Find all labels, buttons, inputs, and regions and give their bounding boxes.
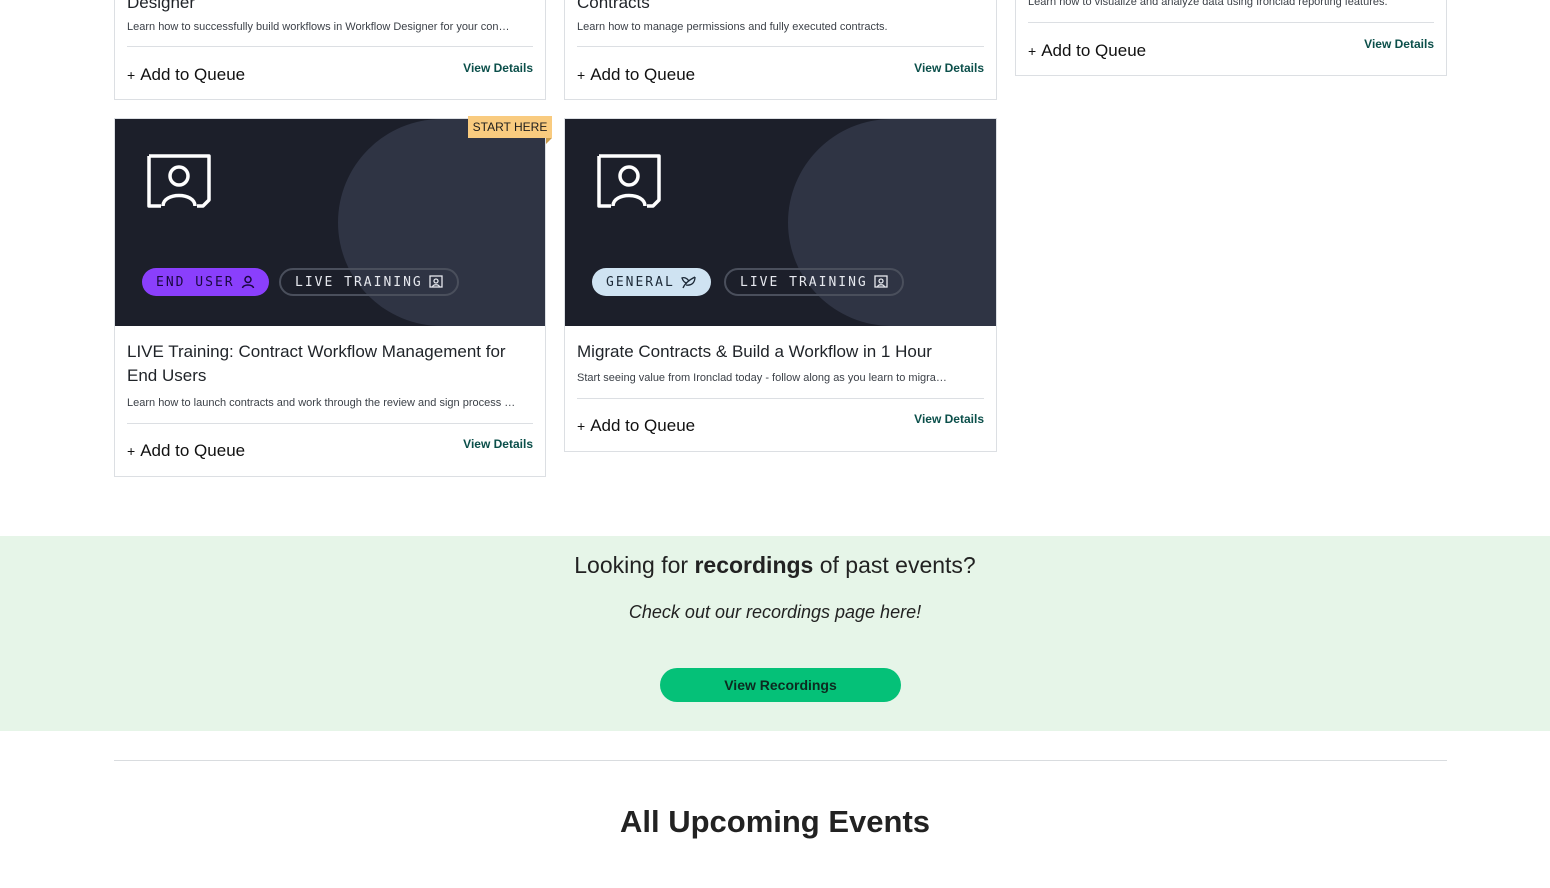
card-thumbnail: END USER LIVE TRAINING — [115, 119, 545, 326]
add-to-queue-label: Add to Queue — [1041, 41, 1147, 60]
promo-subtext: Check out our recordings page here! — [628, 602, 922, 622]
card-divider — [577, 46, 984, 47]
plus-icon: + — [577, 67, 586, 83]
presenter-icon — [147, 154, 211, 208]
card-thumbnail: GENERAL LIVE TRAINING — [565, 119, 996, 326]
audience-chip-end-user: END USER — [142, 268, 269, 296]
chip-label: END USER — [156, 274, 235, 290]
format-chip-live-training: LIVE TRAINING — [724, 268, 904, 296]
view-details-link[interactable]: View Details — [914, 61, 984, 75]
add-to-queue-label: Add to Queue — [140, 441, 246, 460]
section-title-upcoming-events: All Upcoming Events — [619, 804, 931, 839]
leaf-icon — [681, 276, 696, 289]
promo-heading: Looking for recordings of past events? — [0, 552, 1550, 579]
promo-heading-bold: recordings — [694, 552, 814, 578]
chip-label: LIVE TRAINING — [295, 274, 423, 290]
card-title: Migrate Contracts & Build a Workflow in … — [577, 342, 932, 361]
add-to-queue-label: Add to Queue — [140, 65, 246, 84]
course-card-migrate-contracts[interactable]: GENERAL LIVE TRAINING Migrate Contracts … — [564, 118, 997, 452]
plus-icon: + — [577, 418, 586, 434]
add-to-queue-button[interactable]: + Add to Queue — [1028, 41, 1146, 61]
card-description: Learn how to manage permissions and full… — [577, 21, 888, 33]
view-details-link[interactable]: View Details — [1364, 37, 1434, 51]
add-to-queue-button[interactable]: + Add to Queue — [577, 416, 695, 436]
course-card-reporting: Learn how to visualize and analyze data … — [1015, 0, 1447, 76]
chip-label: LIVE TRAINING — [740, 274, 868, 290]
card-divider — [127, 423, 533, 424]
add-to-queue-label: Add to Queue — [590, 416, 696, 435]
audience-chip-general: GENERAL — [592, 268, 711, 296]
card-description: Learn how to visualize and analyze data … — [1028, 0, 1388, 8]
add-to-queue-button[interactable]: + Add to Queue — [127, 441, 245, 461]
view-details-link[interactable]: View Details — [914, 412, 984, 426]
card-divider — [1028, 22, 1434, 23]
user-icon — [241, 275, 254, 289]
chip-label: GENERAL — [606, 274, 675, 290]
section-divider — [114, 760, 1447, 761]
recordings-promo-banner: Looking for recordings of past events? C… — [0, 536, 1550, 731]
card-description: Learn how to successfully build workflow… — [127, 21, 510, 33]
promo-heading-post: of past events? — [813, 552, 976, 578]
card-title: LIVE Training: Contract Workflow Managem… — [127, 342, 506, 385]
plus-icon: + — [127, 443, 136, 459]
add-to-queue-button[interactable]: + Add to Queue — [127, 65, 245, 85]
card-divider — [127, 46, 533, 47]
view-details-link[interactable]: View Details — [463, 437, 533, 451]
card-description: Learn how to launch contracts and work t… — [127, 397, 516, 409]
view-recordings-button[interactable]: View Recordings — [660, 668, 901, 702]
view-details-link[interactable]: View Details — [463, 61, 533, 75]
course-card-live-training-end-users[interactable]: END USER LIVE TRAINING LIVE Training: Co… — [114, 118, 546, 477]
add-to-queue-button[interactable]: + Add to Queue — [577, 65, 695, 85]
card-title: Contracts — [577, 0, 650, 12]
course-card-workflow-designer: Designer Learn how to successfully build… — [114, 0, 546, 100]
start-here-ribbon: START HERE — [468, 116, 552, 144]
format-chip-live-training: LIVE TRAINING — [279, 268, 459, 296]
presenter-icon — [597, 154, 661, 208]
presentation-icon — [429, 275, 443, 288]
course-card-contracts: Contracts Learn how to manage permission… — [564, 0, 997, 100]
card-title: Designer — [127, 0, 196, 12]
promo-heading-pre: Looking for — [574, 552, 695, 578]
add-to-queue-label: Add to Queue — [590, 65, 696, 84]
card-divider — [577, 398, 984, 399]
plus-icon: + — [1028, 43, 1037, 59]
plus-icon: + — [127, 67, 136, 83]
presentation-icon — [874, 275, 888, 288]
card-description: Start seeing value from Ironclad today -… — [577, 372, 947, 384]
